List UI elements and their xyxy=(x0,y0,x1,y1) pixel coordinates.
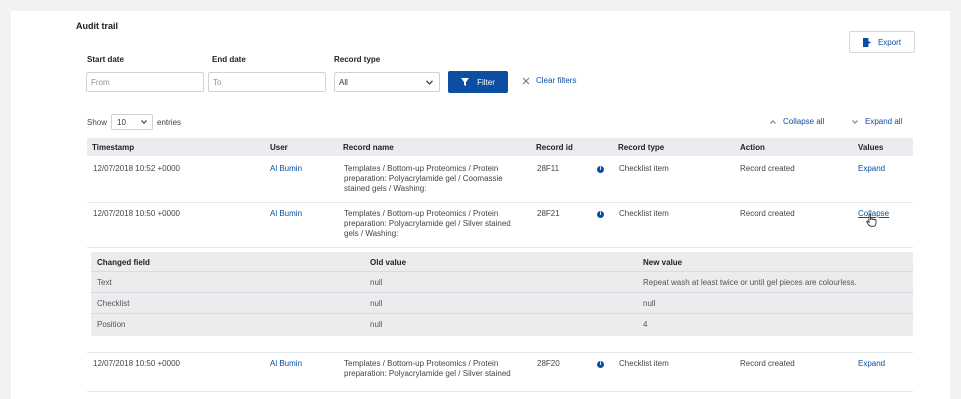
end-date-placeholder: To xyxy=(213,77,222,87)
filter-label: Filter xyxy=(477,77,495,87)
user-link[interactable]: Al Bumin xyxy=(270,209,302,219)
chevron-up-icon xyxy=(770,119,776,124)
record-type-cell: Checklist item xyxy=(619,164,669,173)
start-date-label: Start date xyxy=(87,55,124,64)
close-icon xyxy=(522,77,530,84)
record-type-label: Record type xyxy=(334,55,381,64)
column-header-record-type[interactable]: Record type xyxy=(618,143,664,152)
record-type-value: All xyxy=(339,77,348,87)
export-icon xyxy=(862,37,872,47)
new-value-cell: Repeat wash at least twice or until gel … xyxy=(643,278,857,287)
old-value-cell: null xyxy=(370,299,383,308)
old-value-cell: null xyxy=(370,320,383,329)
expand-link[interactable]: Expand xyxy=(858,164,885,174)
column-header-changed-field: Changed field xyxy=(97,258,150,267)
expand-link[interactable]: Expand xyxy=(858,359,885,369)
start-date-input[interactable]: From xyxy=(86,72,204,92)
info-icon[interactable]: i xyxy=(597,166,604,173)
change-details-table: Changed field Old value New value Text n… xyxy=(91,252,913,336)
record-id-cell: 28F21 xyxy=(537,209,560,218)
table-header: Timestamp User Record name Record id Rec… xyxy=(87,138,913,156)
entries-select[interactable]: 10 xyxy=(111,114,154,130)
new-value-cell: null xyxy=(643,299,656,308)
end-date-label: End date xyxy=(212,55,246,64)
collapse-all-label: Collapse all xyxy=(783,117,825,126)
change-row: Position null 4 xyxy=(91,314,913,335)
action-cell: Record created xyxy=(740,164,795,173)
record-type-select[interactable]: All xyxy=(334,72,440,92)
timestamp-cell: 12/07/2018 10:50 +0000 xyxy=(93,209,180,218)
user-link[interactable]: Al Bumin xyxy=(270,359,302,369)
entries-count: 10 xyxy=(117,117,126,127)
action-cell: Record created xyxy=(740,359,795,368)
pointer-cursor-icon xyxy=(866,214,877,227)
end-date-input[interactable]: To xyxy=(208,72,326,92)
info-icon[interactable]: i xyxy=(597,361,604,368)
table-row: 12/07/2018 10:50 +0000 Al Bumin Template… xyxy=(87,352,913,392)
filter-icon xyxy=(461,78,470,86)
action-cell: Record created xyxy=(740,209,795,218)
new-value-cell: 4 xyxy=(643,320,648,329)
record-name-line: Templates / Bottom-up Proteomics / Prote… xyxy=(344,359,499,368)
column-header-record-name[interactable]: Record name xyxy=(343,143,394,152)
column-header-user[interactable]: User xyxy=(270,143,288,152)
record-name-line: preparation: Polyacrylamide gel / Coomas… xyxy=(344,174,503,183)
change-row: Text null Repeat wash at least twice or … xyxy=(91,272,913,293)
changed-field-cell: Text xyxy=(97,278,112,287)
entries-control: Show 10 entries xyxy=(87,114,181,130)
export-label: Export xyxy=(877,37,902,47)
collapse-all-link[interactable]: Collapse all xyxy=(770,117,824,126)
column-header-new-value: New value xyxy=(643,258,683,267)
user-link[interactable]: Al Bumin xyxy=(270,164,302,174)
record-name-line: gels / Washing: xyxy=(344,229,399,238)
timestamp-cell: 12/07/2018 10:52 +0000 xyxy=(93,164,180,173)
timestamp-cell: 12/07/2018 10:50 +0000 xyxy=(93,359,180,368)
expand-all-link[interactable]: Expand all xyxy=(852,117,902,126)
export-button[interactable]: Export xyxy=(849,31,915,53)
record-type-cell: Checklist item xyxy=(619,359,669,368)
column-header-record-id[interactable]: Record id xyxy=(536,143,573,152)
old-value-cell: null xyxy=(370,278,383,287)
clear-filters-link[interactable]: Clear filters xyxy=(522,76,576,85)
record-name-line: preparation: Polyacrylamide gel / Silver… xyxy=(344,369,511,378)
record-name-line: preparation: Polyacrylamide gel / Silver… xyxy=(344,219,511,228)
record-id-cell: 28F20 xyxy=(537,359,560,368)
chevron-down-icon xyxy=(852,119,858,124)
clear-filters-label: Clear filters xyxy=(536,76,577,85)
record-name-line: Templates / Bottom-up Proteomics / Prote… xyxy=(344,209,499,218)
column-header-timestamp[interactable]: Timestamp xyxy=(92,143,134,152)
start-date-placeholder: From xyxy=(91,77,110,87)
page-title: Audit trail xyxy=(76,21,118,31)
info-icon[interactable]: i xyxy=(597,211,604,218)
changed-field-cell: Checklist xyxy=(97,299,130,308)
table-row: 12/07/2018 10:50 +0000 Al Bumin Template… xyxy=(87,203,913,248)
show-label: Show xyxy=(87,117,108,127)
record-type-cell: Checklist item xyxy=(619,209,669,218)
filter-button[interactable]: Filter xyxy=(448,71,508,93)
record-name-line: stained gels / Washing: xyxy=(344,184,427,193)
expand-all-label: Expand all xyxy=(865,117,903,126)
column-header-action[interactable]: Action xyxy=(740,143,765,152)
change-row: Checklist null null xyxy=(91,293,913,314)
table-row: 12/07/2018 10:52 +0000 Al Bumin Template… xyxy=(87,156,913,203)
record-id-cell: 28F11 xyxy=(537,164,560,173)
column-header-values[interactable]: Values xyxy=(858,143,883,152)
column-header-old-value: Old value xyxy=(370,258,407,267)
change-details-header: Changed field Old value New value xyxy=(91,252,913,272)
record-name-line: Templates / Bottom-up Proteomics / Prote… xyxy=(344,164,499,173)
entries-label: entries xyxy=(157,117,182,127)
chevron-down-icon xyxy=(141,120,147,124)
changed-field-cell: Position xyxy=(97,320,126,329)
chevron-down-icon xyxy=(426,79,433,85)
